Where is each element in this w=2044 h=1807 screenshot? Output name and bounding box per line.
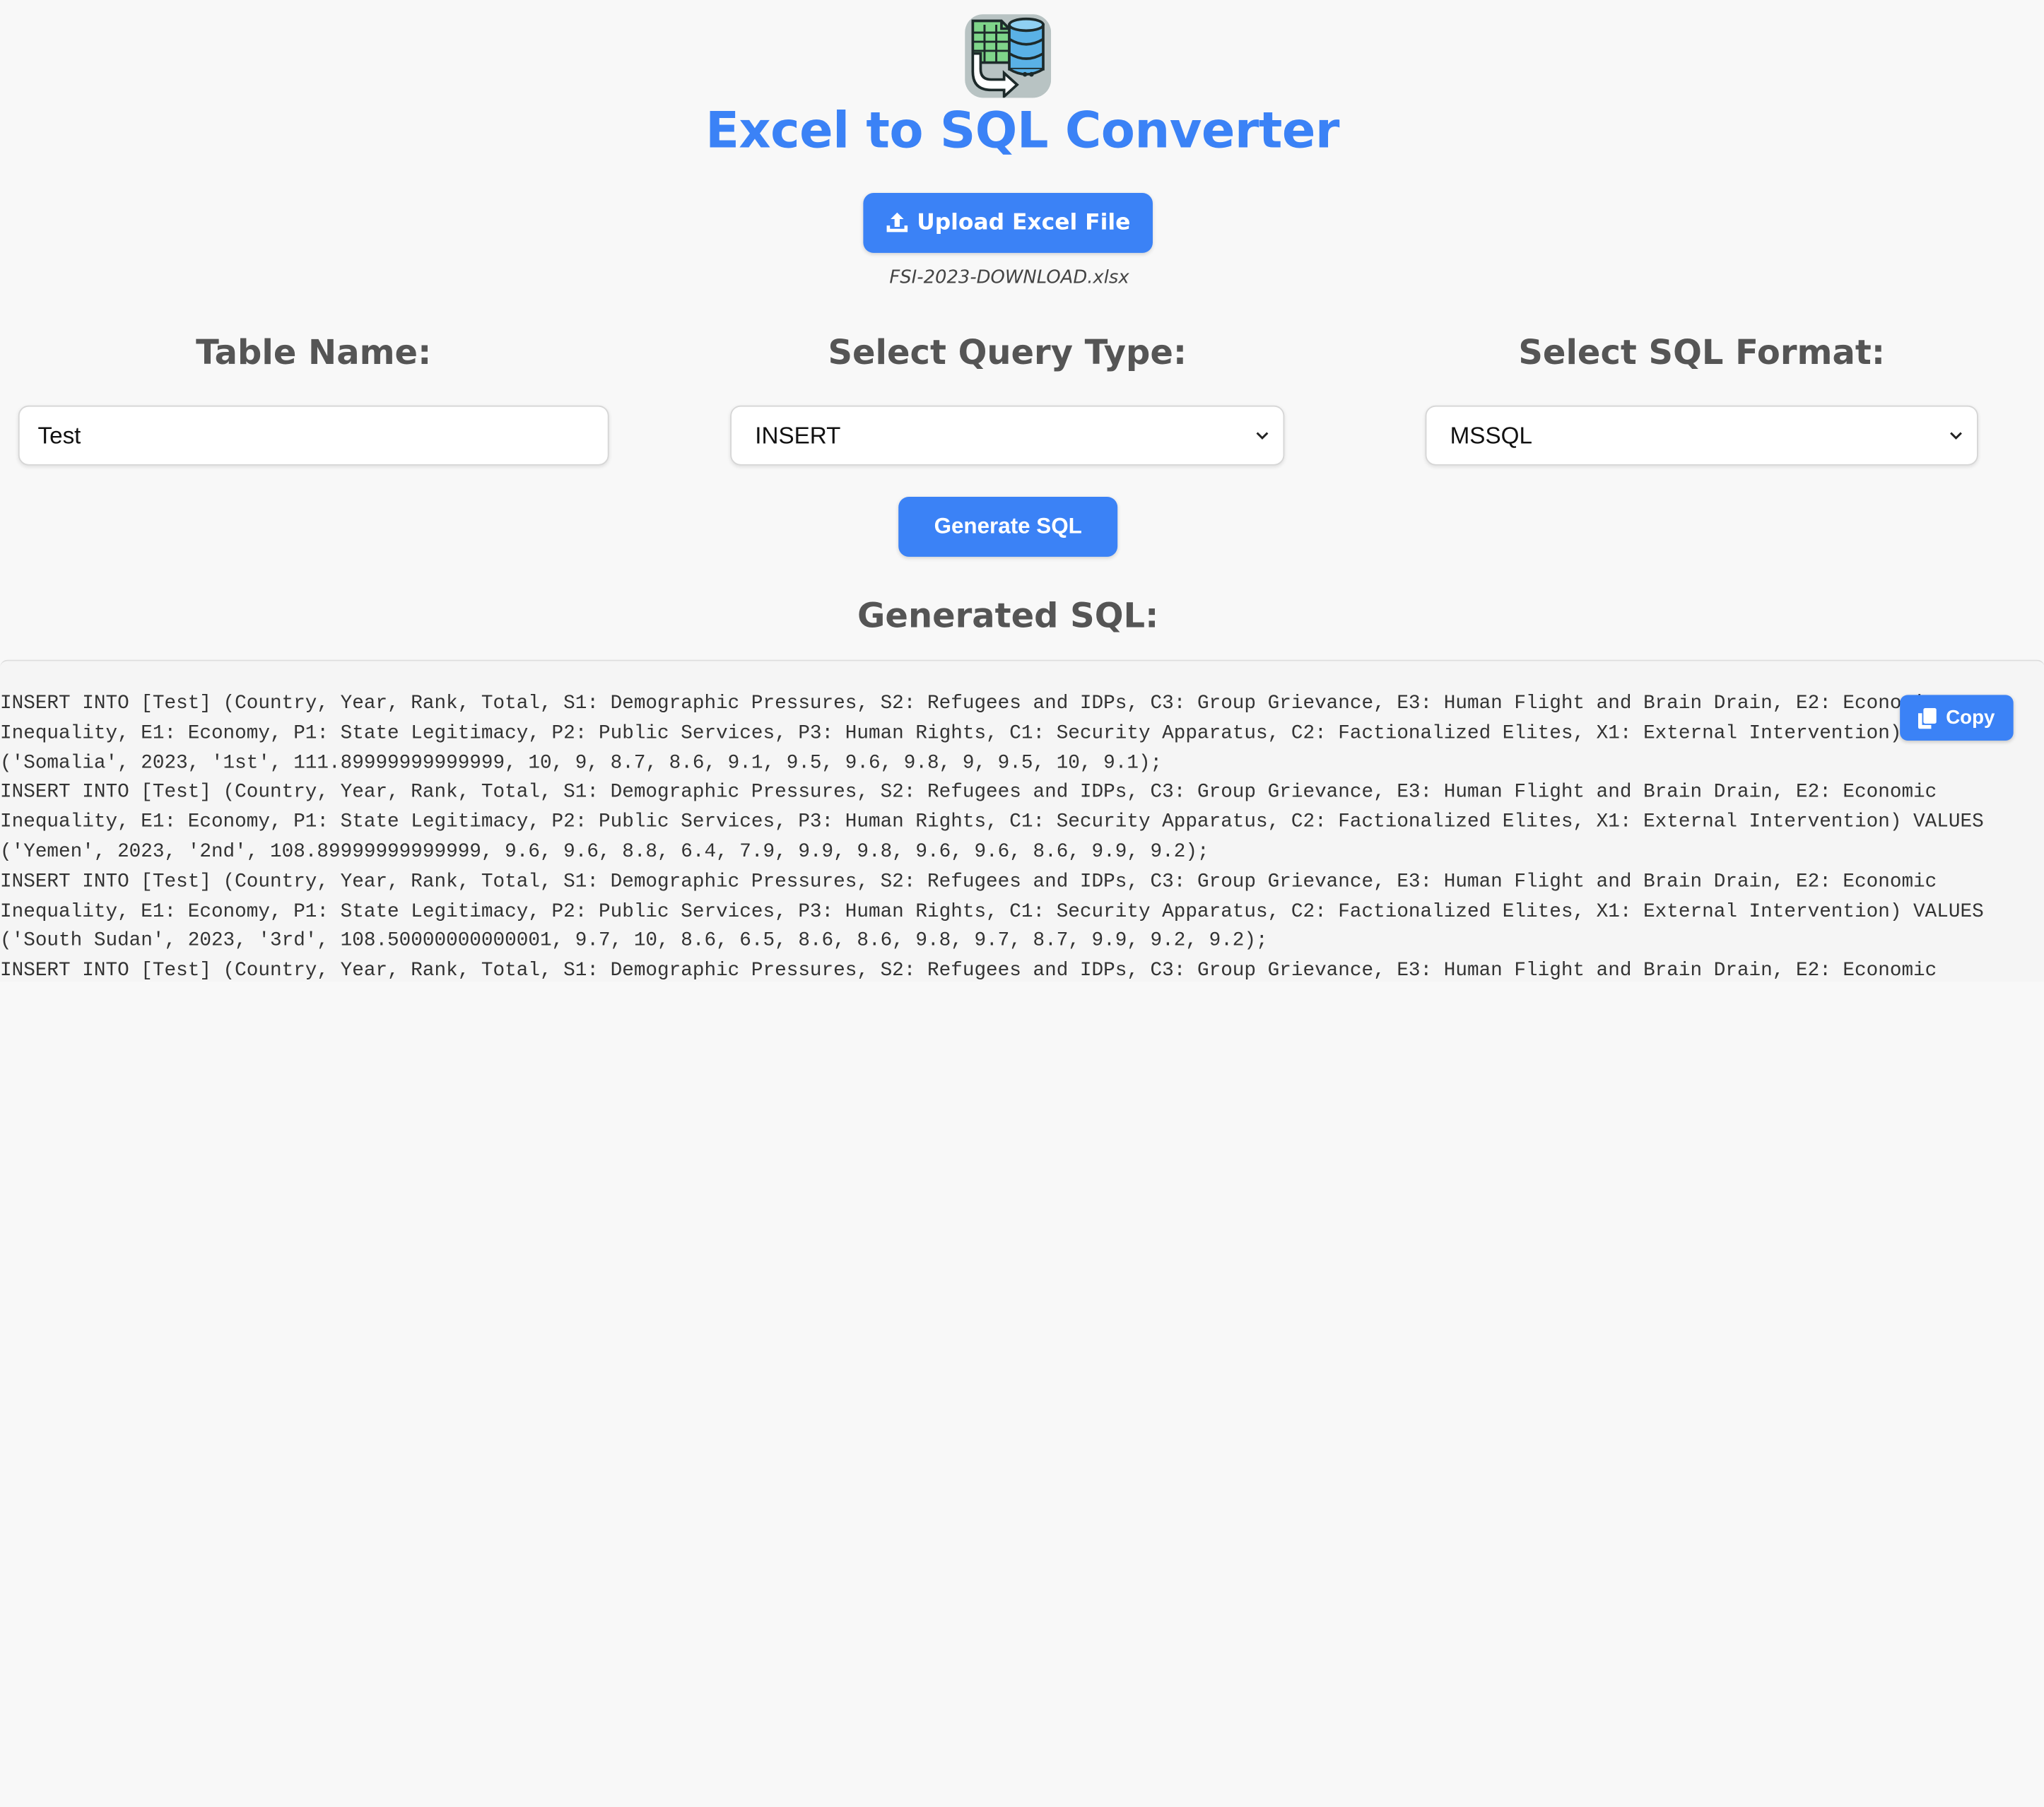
copy-icon — [1918, 707, 1937, 729]
page-title: Excel to SQL Converter — [705, 101, 1339, 160]
generated-sql-heading: Generated SQL: — [857, 597, 1159, 637]
uploaded-filename: FSI-2023-DOWNLOAD.xlsx — [889, 267, 1129, 288]
sql-output-panel: INSERT INTO [Test] (Country, Year, Rank,… — [0, 659, 2044, 982]
generate-sql-button[interactable]: Generate SQL — [898, 496, 1118, 557]
chevron-down-icon — [1255, 428, 1270, 443]
copy-button-label: Copy — [1946, 706, 1995, 729]
chevron-down-icon — [1948, 428, 1963, 443]
app-container: Excel to SQL Converter Upload Excel File… — [0, 0, 2044, 982]
sql-format-select[interactable]: MSSQL — [1425, 405, 1978, 466]
table-name-field-wrapper — [18, 405, 609, 466]
sql-output-text[interactable]: INSERT INTO [Test] (Country, Year, Rank,… — [0, 690, 2015, 982]
upload-excel-button[interactable]: Upload Excel File — [863, 193, 1153, 253]
query-type-select[interactable]: INSERT — [730, 405, 1285, 466]
sql-format-selected-value: MSSQL — [1450, 421, 1532, 448]
page: Excel to SQL Converter Upload Excel File… — [0, 0, 2044, 1807]
upload-button-label: Upload Excel File — [917, 210, 1131, 236]
upload-icon — [886, 211, 909, 235]
table-name-input[interactable] — [37, 421, 589, 449]
copy-button[interactable]: Copy — [1900, 695, 2014, 741]
query-type-selected-value: INSERT — [755, 421, 841, 448]
table-name-label: Table Name: — [196, 334, 432, 373]
query-type-label: Select Query Type: — [828, 334, 1187, 373]
sql-format-label: Select SQL Format: — [1518, 334, 1886, 373]
excel-to-database-icon — [965, 14, 1052, 98]
